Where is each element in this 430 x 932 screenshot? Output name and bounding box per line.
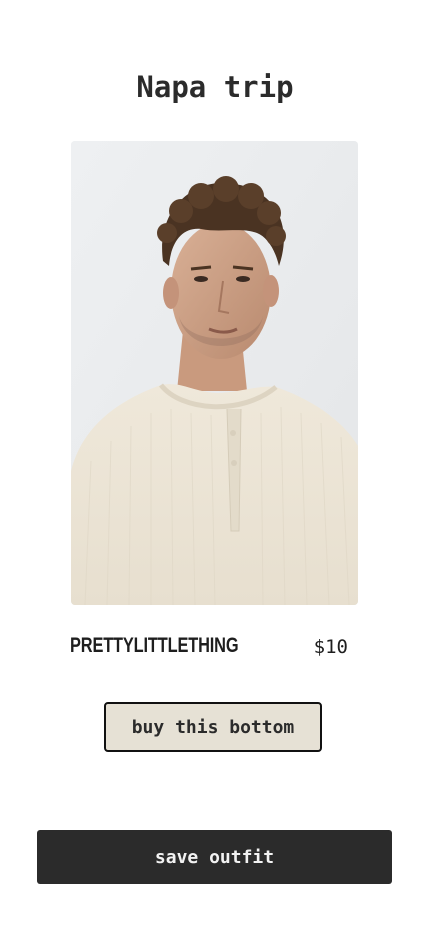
- page-title: Napa trip: [136, 70, 294, 104]
- model-photo-icon: [71, 141, 358, 605]
- product-price: $10: [313, 636, 348, 658]
- save-outfit-button[interactable]: save outfit: [37, 830, 392, 884]
- brand-name: PRETTYLITTLETHING: [70, 634, 239, 657]
- product-image[interactable]: [71, 141, 358, 605]
- buy-button[interactable]: buy this bottom: [104, 702, 322, 752]
